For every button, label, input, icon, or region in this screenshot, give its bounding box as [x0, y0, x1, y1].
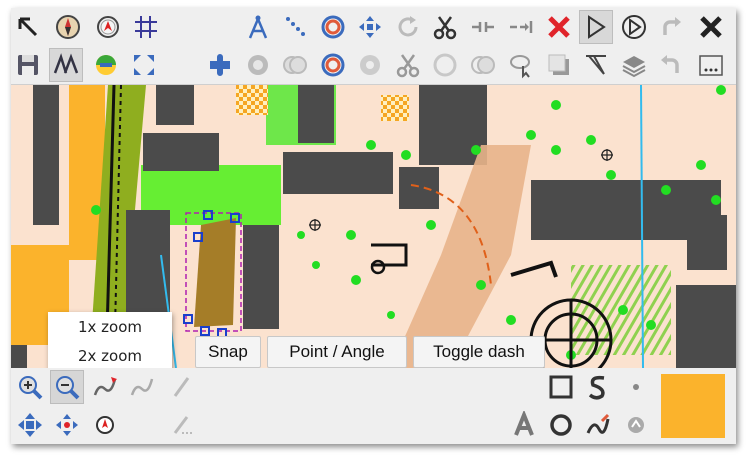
draw-path-icon[interactable]: [88, 370, 122, 404]
app-window: 1x zoom 2x zoom Snap Point / Angle Toggl…: [11, 8, 736, 444]
save-icon[interactable]: [11, 48, 45, 82]
zoom-in-icon[interactable]: [13, 370, 47, 404]
zoom-option-2x[interactable]: 2x zoom: [48, 341, 172, 370]
layers-icon[interactable]: [617, 48, 651, 82]
zoom-menu: 1x zoom 2x zoom: [48, 312, 172, 372]
curve-s-icon[interactable]: [581, 370, 615, 404]
triangle-tool-icon[interactable]: [579, 48, 613, 82]
move-icon[interactable]: [353, 10, 387, 44]
circle-outline-icon[interactable]: [428, 48, 462, 82]
pan-red-icon[interactable]: [50, 408, 84, 442]
redo-icon[interactable]: [654, 10, 688, 44]
fullscreen-icon[interactable]: [127, 48, 161, 82]
undo-icon[interactable]: [654, 48, 688, 82]
measure-compass-icon[interactable]: [241, 10, 275, 44]
compass-small-icon[interactable]: [88, 408, 122, 442]
text-icon[interactable]: [507, 408, 541, 442]
cut-hole-icon[interactable]: [353, 48, 387, 82]
toggle-dash-button[interactable]: Toggle dash: [413, 336, 545, 368]
move-map-icon[interactable]: [13, 408, 47, 442]
pen-edit-icon[interactable]: [165, 408, 199, 442]
circle-draw-icon[interactable]: [544, 408, 578, 442]
symbol-color-swatch[interactable]: [661, 374, 725, 438]
fill-point-icon[interactable]: [619, 408, 653, 442]
intersect-icon[interactable]: [466, 48, 500, 82]
main-toolbar: [11, 8, 736, 46]
draw-triangle-icon[interactable]: [579, 10, 613, 44]
dotted-line-icon[interactable]: [279, 10, 313, 44]
point-angle-button[interactable]: Point / Angle: [267, 336, 407, 368]
point-icon[interactable]: [619, 370, 653, 404]
ring-icon[interactable]: [316, 48, 350, 82]
gap-icon[interactable]: [466, 10, 500, 44]
templates-icon[interactable]: [89, 48, 123, 82]
compass-icon[interactable]: [51, 10, 85, 44]
circle-tool-icon[interactable]: [316, 10, 350, 44]
duplicate-icon[interactable]: [542, 48, 576, 82]
freehand-icon[interactable]: [125, 370, 159, 404]
select-arrow-icon[interactable]: [11, 10, 45, 44]
zoom-out-icon[interactable]: [50, 370, 84, 404]
freehand-draw-icon[interactable]: [581, 408, 615, 442]
more-icon[interactable]: [694, 48, 728, 82]
zoom-option-1x[interactable]: 1x zoom: [48, 312, 172, 341]
rectangle-icon[interactable]: [544, 370, 578, 404]
rotate-pattern-icon[interactable]: [617, 10, 651, 44]
fill-icon[interactable]: [241, 48, 275, 82]
pen-icon[interactable]: [165, 370, 199, 404]
unify-icon[interactable]: [278, 48, 312, 82]
lasso-icon[interactable]: [504, 48, 538, 82]
cut-icon[interactable]: [428, 10, 462, 44]
split-scissors-icon[interactable]: [391, 48, 425, 82]
snap-button[interactable]: Snap: [195, 336, 261, 368]
symbols-icon[interactable]: [49, 48, 83, 82]
connect-icon[interactable]: [504, 10, 538, 44]
delete-icon[interactable]: [542, 10, 576, 44]
tags-puzzle-icon[interactable]: [203, 48, 237, 82]
rotate-icon[interactable]: [391, 10, 425, 44]
bottom-toolbar: [11, 368, 736, 444]
edit-toolbar: [11, 46, 736, 85]
close-icon[interactable]: [694, 10, 728, 44]
gps-icon[interactable]: [91, 10, 125, 44]
grid-icon[interactable]: [129, 10, 163, 44]
